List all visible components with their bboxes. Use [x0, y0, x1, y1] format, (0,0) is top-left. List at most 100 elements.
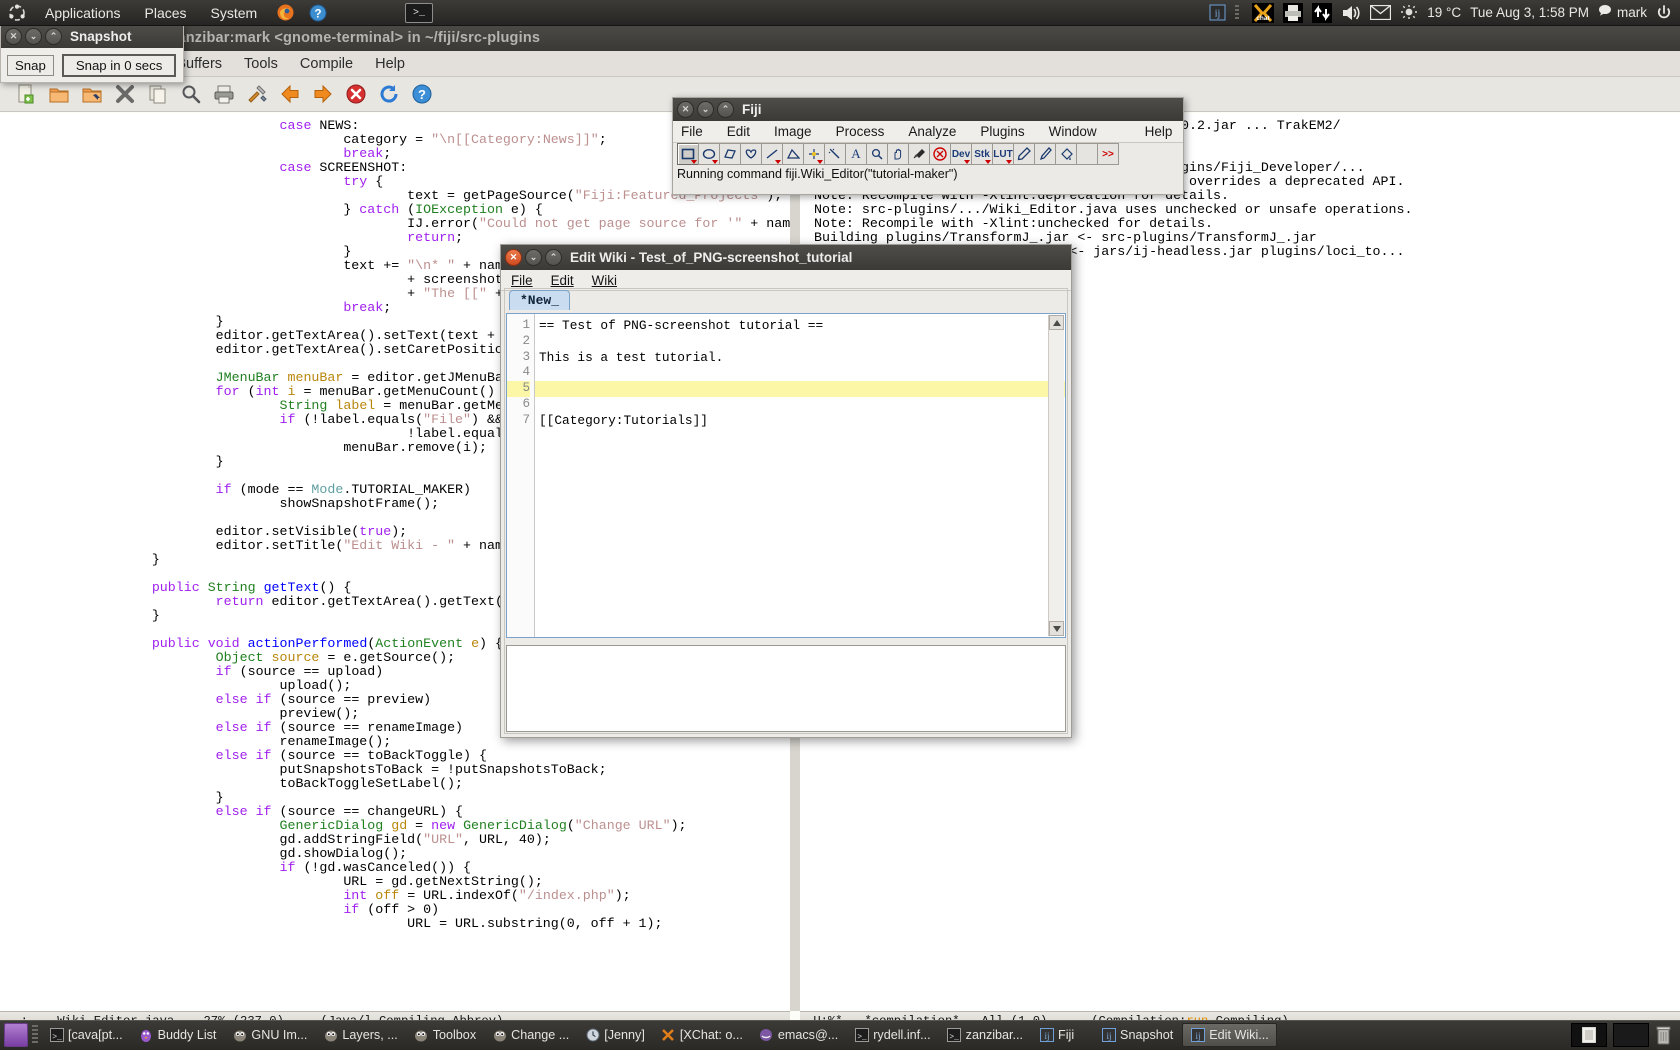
magnifier-tool-icon[interactable]: [866, 143, 888, 165]
window-minimize-icon[interactable]: ⌄: [697, 101, 714, 118]
point-tool-icon[interactable]: [803, 143, 825, 165]
emacs-title-bar[interactable]: zanzibar:mark <gnome-terminal> in ~/fiji…: [0, 25, 1680, 51]
scroll-down-icon[interactable]: [1049, 621, 1064, 636]
back-arrow-icon[interactable]: [278, 82, 302, 106]
menu-system[interactable]: System: [206, 3, 263, 23]
gnome-top-panel[interactable]: Applications Places System ? ij chat 19 …: [0, 0, 1680, 25]
taskbar-task[interactable]: >_ rydell.inf...: [847, 1023, 937, 1047]
window-minimize-icon[interactable]: ⌄: [25, 28, 42, 45]
stop-macro-icon[interactable]: [929, 143, 951, 165]
stack-tool-icon[interactable]: Stk: [971, 143, 993, 165]
new-file-icon[interactable]: [14, 82, 38, 106]
taskbar-task[interactable]: Buddy List: [132, 1023, 224, 1047]
fiji-tray-icon[interactable]: ij: [1209, 4, 1226, 21]
tool-dropdown-icon[interactable]: [1006, 160, 1012, 164]
wiki-menu-bar[interactable]: File Edit Wiki: [501, 270, 1071, 291]
window-maximize-icon[interactable]: ⌃: [45, 28, 62, 45]
polygon-tool-icon[interactable]: [719, 143, 741, 165]
workspace-switcher-icon-2[interactable]: [1613, 1023, 1649, 1047]
gnome-bottom-panel[interactable]: >_ [cava[pt... Buddy List GNU Im... Layers, …: [0, 1020, 1680, 1050]
window-maximize-icon[interactable]: ⌃: [545, 249, 562, 266]
rectangle-tool-icon[interactable]: [677, 143, 699, 165]
emacs-menu-tools[interactable]: Tools: [244, 56, 278, 72]
taskbar-task[interactable]: [Jenny]: [578, 1023, 652, 1047]
lut-tool-icon[interactable]: LUT: [992, 143, 1014, 165]
power-icon[interactable]: [1656, 4, 1672, 21]
mail-icon[interactable]: [1370, 5, 1392, 20]
hand-tool-icon[interactable]: [887, 143, 909, 165]
print-icon[interactable]: [212, 82, 236, 106]
taskbar-task[interactable]: ij Edit Wiki...: [1182, 1023, 1277, 1047]
taskbar-task[interactable]: emacs@...: [752, 1023, 845, 1047]
printer-icon[interactable]: [1283, 2, 1304, 23]
show-desktop-icon[interactable]: [4, 1023, 28, 1047]
wiki-text-editor[interactable]: 1234567 == Test of PNG-screenshot tutori…: [506, 313, 1066, 638]
window-task-list[interactable]: >_ [cava[pt... Buddy List GNU Im... Layers, …: [42, 1023, 1277, 1047]
oval-tool-icon[interactable]: [698, 143, 720, 165]
network-updown-icon[interactable]: [1312, 2, 1333, 23]
window-close-icon[interactable]: ✕: [505, 249, 522, 266]
spare-tool-icon[interactable]: [1076, 143, 1098, 165]
tool-dropdown-icon[interactable]: [775, 160, 781, 164]
stop-icon[interactable]: [344, 82, 368, 106]
clock-label[interactable]: Tue Aug 3, 1:58 PM: [1470, 5, 1589, 20]
tool-dropdown-icon[interactable]: [712, 160, 718, 164]
help-icon[interactable]: ?: [309, 4, 327, 22]
edit-wiki-window[interactable]: ✕ ⌄ ⌃ Edit Wiki - Test_of_PNG-screenshot…: [500, 244, 1072, 738]
taskbar-task[interactable]: >_ [cava[pt...: [42, 1023, 130, 1047]
workspace-switcher-icon[interactable]: [1571, 1023, 1607, 1047]
taskbar-task[interactable]: ij Snapshot: [1094, 1023, 1180, 1047]
fiji-menu-plugins[interactable]: Plugins: [980, 124, 1024, 139]
close-file-icon[interactable]: [113, 82, 137, 106]
wiki-tab-strip[interactable]: *New_: [501, 290, 1071, 310]
text-tool-icon[interactable]: A: [845, 143, 867, 165]
tool-dropdown-icon[interactable]: [691, 160, 697, 164]
wiki-menu-wiki[interactable]: Wiki: [592, 273, 617, 288]
snapshot-window[interactable]: ✕ ⌄ ⌃ Snapshot Snap Snap in 0 secs: [0, 24, 184, 83]
taskbar-task[interactable]: Layers, ...: [316, 1023, 404, 1047]
user-menu[interactable]: mark: [1598, 4, 1647, 21]
brush-tool-icon[interactable]: [1034, 143, 1056, 165]
fiji-menu-bar[interactable]: File Edit Image Process Analyze Plugins …: [673, 121, 1183, 143]
copy-icon[interactable]: [146, 82, 170, 106]
window-minimize-icon[interactable]: ⌄: [525, 249, 542, 266]
freehand-tool-icon[interactable]: [740, 143, 762, 165]
fiji-menu-help[interactable]: Help: [1145, 124, 1179, 139]
open-folder-icon[interactable]: [47, 82, 71, 106]
dropper-tool-icon[interactable]: [908, 143, 930, 165]
search-icon[interactable]: [179, 82, 203, 106]
taskbar-task[interactable]: [XChat: o...: [654, 1023, 750, 1047]
emacs-menu-compile[interactable]: Compile: [300, 56, 353, 72]
wiki-tab-new[interactable]: *New_: [509, 290, 571, 310]
fiji-menu-image[interactable]: Image: [774, 124, 812, 139]
menu-applications[interactable]: Applications: [40, 3, 126, 23]
fiji-menu-analyze[interactable]: Analyze: [908, 124, 956, 139]
more-tools-icon[interactable]: >>: [1097, 143, 1119, 165]
ubuntu-logo-icon[interactable]: [8, 4, 26, 22]
wiki-vertical-scrollbar[interactable]: [1048, 315, 1064, 636]
wiki-menu-file[interactable]: File: [511, 273, 533, 288]
window-close-icon[interactable]: ✕: [677, 101, 694, 118]
window-maximize-icon[interactable]: ⌃: [717, 101, 734, 118]
fiji-window[interactable]: ✕ ⌄ ⌃ Fiji File Edit Image Process Analy…: [672, 97, 1184, 195]
fiji-menu-process[interactable]: Process: [836, 124, 885, 139]
line-tool-icon[interactable]: [761, 143, 783, 165]
wand-tool-icon[interactable]: [824, 143, 846, 165]
tool-dropdown-icon[interactable]: [817, 160, 823, 164]
wiki-menu-edit[interactable]: Edit: [551, 273, 574, 288]
volume-icon[interactable]: [1341, 4, 1361, 22]
angle-tool-icon[interactable]: [782, 143, 804, 165]
firefox-icon[interactable]: [276, 3, 295, 22]
snap-delay-button[interactable]: Snap in 0 secs: [61, 54, 177, 77]
taskbar-task[interactable]: Toolbox: [407, 1023, 483, 1047]
emacs-menu-bar[interactable]: File Edit Options Buffers Tools Compile …: [0, 51, 1680, 77]
xchat-icon[interactable]: chat: [1252, 2, 1275, 23]
forward-arrow-icon[interactable]: [311, 82, 335, 106]
open-directory-icon[interactable]: [80, 82, 104, 106]
wiki-title-bar[interactable]: ✕ ⌄ ⌃ Edit Wiki - Test_of_PNG-screenshot…: [501, 245, 1071, 270]
fiji-title-bar[interactable]: ✕ ⌄ ⌃ Fiji: [673, 98, 1183, 121]
help-icon[interactable]: ?: [410, 82, 434, 106]
dev-tool-icon[interactable]: Dev: [950, 143, 972, 165]
taskbar-task[interactable]: >_ zanzibar...: [940, 1023, 1030, 1047]
fiji-tool-bar[interactable]: A Dev Stk LUT >>: [673, 143, 1183, 165]
